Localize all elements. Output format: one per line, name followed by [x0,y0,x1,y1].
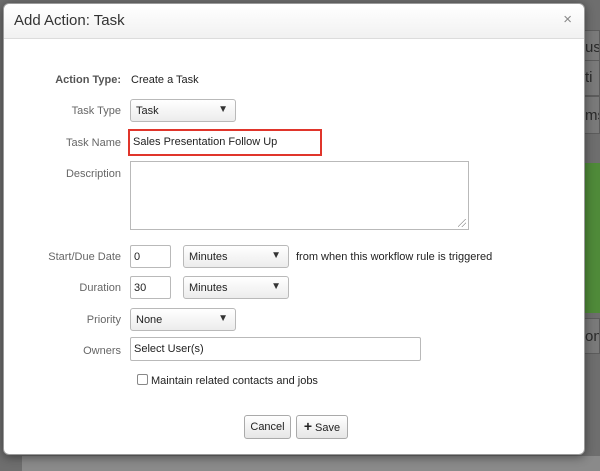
start-due-input[interactable]: 0 [130,245,171,268]
duration-unit-select[interactable]: Minutes ▼ [183,276,289,299]
chevron-down-icon: ▼ [271,281,281,292]
save-label: Save [315,422,341,434]
description-label: Description [65,168,121,180]
cancel-label: Cancel [250,421,285,433]
chevron-down-icon: ▼ [271,250,281,261]
dialog-title: Add Action: Task [14,12,125,29]
start-due-unit-selected: Minutes [189,251,228,263]
owners-field[interactable]: Select User(s) [130,337,421,361]
chevron-down-icon: ▼ [218,313,228,324]
task-type-label: Task Type [71,105,121,117]
owners-value: Select User(s) [134,343,204,355]
task-name-label: Task Name [65,137,121,149]
task-type-selected: Task [136,105,159,117]
start-due-suffix: from when this workflow rule is triggere… [296,251,493,263]
duration-value: 30 [134,282,147,294]
owners-label: Owners [83,345,121,357]
background-bottom-strip [22,456,600,471]
duration-label: Duration [79,282,121,294]
save-button[interactable]: + Save [296,415,348,439]
start-due-label: Start/Due Date [48,251,121,263]
duration-unit-selected: Minutes [189,282,228,294]
cancel-button[interactable]: Cancel [244,415,291,439]
priority-label: Priority [86,314,121,326]
start-due-unit-select[interactable]: Minutes ▼ [183,245,289,268]
priority-selected: None [136,314,163,326]
duration-input[interactable]: 30 [130,276,171,299]
action-type-label: Action Type: [55,74,121,86]
add-action-dialog: Add Action: Task × Action Type: Create a… [3,3,585,455]
maintain-label: Maintain related contacts and jobs [151,375,318,387]
maintain-checkbox[interactable] [137,374,148,385]
plus-icon: + [303,418,313,434]
description-textarea[interactable] [130,161,469,230]
action-type-value: Create a Task [131,74,199,86]
close-icon[interactable]: × [563,11,572,28]
task-type-select[interactable]: Task ▼ [130,99,236,122]
dialog-header: Add Action: Task × [4,4,584,39]
priority-select[interactable]: None ▼ [130,308,236,331]
task-name-highlight-box [128,129,322,156]
resize-grip-icon[interactable] [458,219,466,227]
chevron-down-icon: ▼ [218,104,228,115]
start-due-value: 0 [134,251,141,263]
